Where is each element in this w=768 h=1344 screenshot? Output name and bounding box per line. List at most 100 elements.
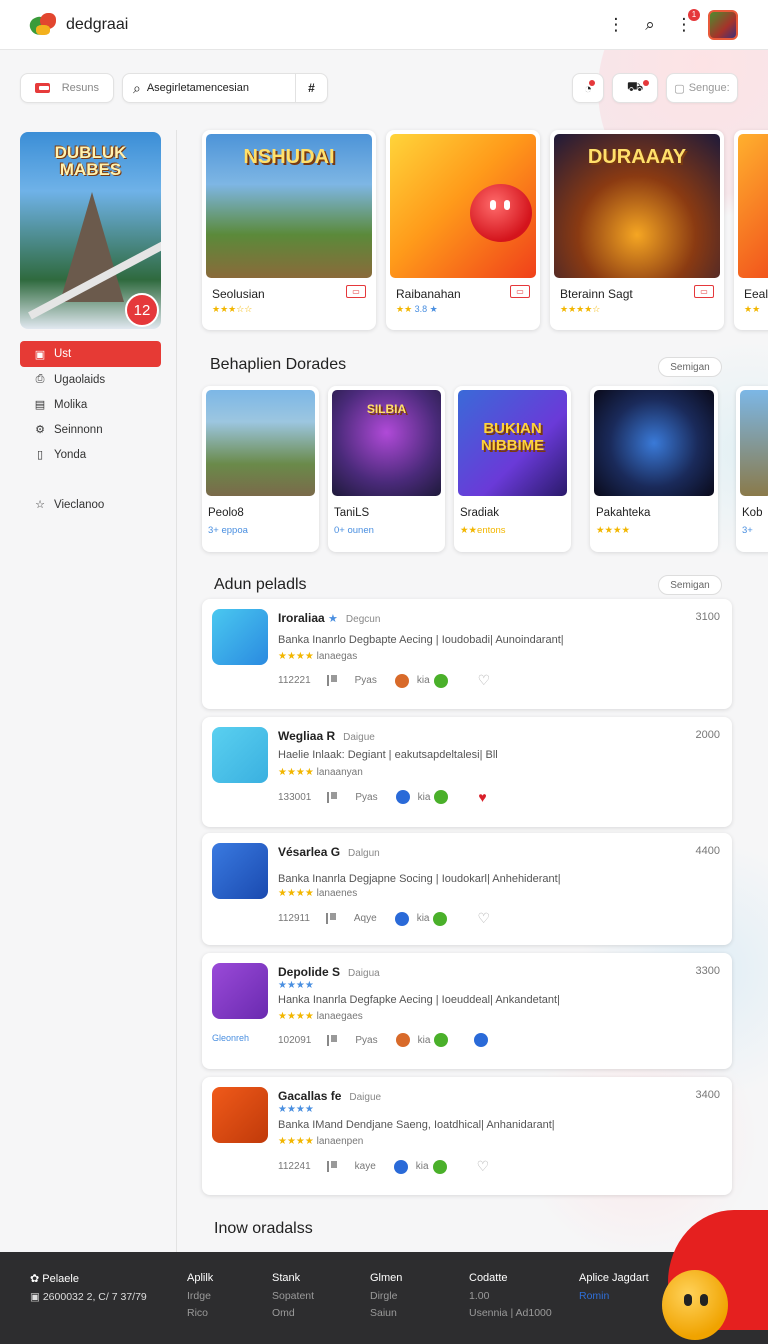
featured-card[interactable]: NSHUDAI Seolusian ▭ ★★★☆☆ <box>202 130 376 330</box>
more-vertical-icon[interactable]: ⋮ <box>606 15 626 35</box>
featured-game-banner[interactable]: DUBLUK MABES 12 <box>20 132 161 329</box>
gift-button[interactable]: ⛟ <box>612 73 658 103</box>
footer-link[interactable]: Romin <box>579 1290 649 1302</box>
calendar-icon: ▣ <box>30 1291 40 1303</box>
list-item-top-stars: ★★★★ <box>278 980 314 991</box>
heart-icon[interactable]: ♡ <box>477 910 490 927</box>
sign-in-button[interactable]: ▢ Sengue: <box>666 73 738 103</box>
sign-in-icon: ▢ <box>674 82 685 95</box>
cart-button[interactable]: ◔ <box>572 73 604 103</box>
game-icon <box>212 1087 268 1143</box>
list-item-description: Haelie Inlaak: Degiant | eakutsapdeltale… <box>278 749 498 761</box>
footer-link[interactable]: Irdge <box>187 1290 213 1302</box>
avatar[interactable] <box>708 9 738 40</box>
list-item-count: 2000 <box>695 729 720 741</box>
sidebar-item-molika[interactable]: ▤ Molika <box>20 392 161 417</box>
sidebar-item-vieclanoo[interactable]: ☆ Vieclanoo <box>20 492 161 517</box>
card-tag-icon: ▭ <box>510 285 530 298</box>
footer-line: ▣ 2600032 2, C/ 7 37/79 <box>30 1291 147 1303</box>
game-icon <box>212 963 268 1019</box>
gear-icon: ⚙ <box>35 424 45 436</box>
game-card[interactable]: SILBIA TaniLS 0+ ounen <box>328 386 445 552</box>
globe-icon <box>395 790 410 804</box>
footer: ✿ Pelaele ▣ 2600032 2, C/ 7 37/79 Aplilk… <box>0 1252 768 1344</box>
notification-icon[interactable]: ⋮ 1 <box>674 8 700 35</box>
sidebar-item-ust[interactable]: ▣ Ust <box>20 341 161 367</box>
resource-icon <box>35 83 50 93</box>
footer-link[interactable]: Saiun <box>370 1307 402 1319</box>
heart-icon[interactable]: ♥ <box>478 789 486 805</box>
list-item[interactable]: Gacallas fe Daigue ★★★★ 3400 Banka IMand … <box>202 1077 732 1195</box>
toolbar: Resuns ⌕ Asegirletamencesian # ◔ ⛟ ▢ Sen… <box>20 72 738 104</box>
fox-icon <box>394 673 409 688</box>
globe-icon <box>393 1159 408 1174</box>
flag-icon <box>326 675 337 686</box>
footer-link[interactable]: Sopatent <box>272 1290 314 1302</box>
list-item[interactable]: Vésarlea G Dalgun 4400 Banka Inanrla Degj… <box>202 833 732 945</box>
hash-button[interactable]: # <box>295 74 327 102</box>
list-item[interactable]: Iroraliaa ★ Degcun 3100 Banka Inanrlo Deg… <box>202 599 732 709</box>
sidebar-item-yonda[interactable]: ▯ Yonda <box>20 442 161 467</box>
list-item-description: Hanka Inanrla Degfapke Aecing | Ioeuddea… <box>278 994 560 1006</box>
game-mascot-icon <box>470 184 532 242</box>
featured-card[interactable]: Raibanahan ▭ ★★ 3.8 ★ <box>386 130 540 330</box>
list-item[interactable]: Wegliaa R Daigue 2000 Haelie Inlaak: Degi… <box>202 717 732 827</box>
footer-col-3: Stank Sopatent Omd <box>272 1272 314 1324</box>
featured-card[interactable]: Eeal ★★ <box>734 130 768 330</box>
see-more-button[interactable]: Semigan <box>658 575 722 595</box>
footer-link[interactable]: Rico <box>187 1307 213 1319</box>
card-title: Peolo8 <box>208 507 244 519</box>
card-title: Sradiak <box>460 507 499 519</box>
footer-col-6: Aplice Jagdart Romin <box>579 1272 649 1307</box>
sidebar-item-seinnonn[interactable]: ⚙ Seinnonn <box>20 417 161 442</box>
card-subtitle: 3+ eppoa <box>208 525 248 536</box>
heart-icon[interactable]: ♡ <box>477 1158 490 1175</box>
card-title: Kob <box>742 507 763 519</box>
sidebar-item-label: Molika <box>54 398 88 411</box>
card-title: Seolusian <box>212 287 265 301</box>
list-item-count: 4400 <box>695 845 720 857</box>
list-item[interactable]: Depolide S Daigua ★★★★ 3300 Hanka Inanrla… <box>202 953 732 1069</box>
game-icon <box>212 727 268 783</box>
logo-icon[interactable] <box>27 11 58 39</box>
list-item-extra: Gleonreh <box>212 1033 250 1043</box>
game-card[interactable]: Peolo8 3+ eppoa <box>202 386 319 552</box>
list-item-description: Banka IMand Dendjane Saeng, Ioatdhical| … <box>278 1119 555 1131</box>
flag-icon <box>327 791 338 803</box>
featured-card[interactable]: DURAAAY Bterainn Sagt ▭ ★★★★☆ <box>550 130 724 330</box>
footer-link[interactable]: Dirgle <box>370 1290 402 1302</box>
see-more-button[interactable]: Semigan <box>658 357 722 377</box>
game-card[interactable]: Kob 3+ <box>736 386 768 552</box>
search-value: Asegirletamencesian <box>146 82 249 94</box>
globe-icon[interactable] <box>474 1033 489 1047</box>
list-item-meta: 112221 Pyas kia ♡ <box>278 672 491 689</box>
footer-col-5: Codatte 1.00 Usennia | Ad1000 <box>469 1272 552 1324</box>
section-title: Adun peladls <box>214 576 307 593</box>
list-item-rating: ★★★★ lanaanyan <box>278 767 363 778</box>
card-subtitle: ★★★★ <box>596 525 631 536</box>
flag-icon <box>325 913 336 924</box>
brand-name[interactable]: dedgraai <box>66 16 128 34</box>
footer-link[interactable]: Omd <box>272 1307 314 1319</box>
sidebar-item-ugaolaids[interactable]: ⎙ Ugaolaids <box>20 367 161 392</box>
search-input[interactable]: ⌕ Asegirletamencesian # <box>122 73 328 103</box>
footer-link[interactable]: Usennia | Ad1000 <box>469 1307 552 1319</box>
footer-link[interactable]: 1.00 <box>469 1290 552 1302</box>
list-item-title: Gacallas fe Daigue <box>278 1089 382 1103</box>
card-subtitle: ★★entons <box>460 525 506 536</box>
document-icon: ▯ <box>36 449 44 461</box>
banner-badge: 12 <box>125 293 159 327</box>
fox-icon <box>395 1033 410 1047</box>
resources-button[interactable]: Resuns <box>20 73 114 103</box>
game-card[interactable]: Pakahteka ★★★★ <box>590 386 718 552</box>
star-icon: ☆ <box>35 499 45 511</box>
sidebar: DUBLUK MABES 12 ▣ Ust ⎙ Ugaolaids ▤ Molika ⚙… <box>0 130 177 1252</box>
sidebar-item-label: Ust <box>54 348 72 360</box>
list-item-meta: 102091 Pyas kia <box>278 1033 489 1047</box>
heart-icon[interactable]: ♡ <box>478 672 491 689</box>
game-card[interactable]: BUKIAN NIBBIME Sradiak ★★entons <box>454 386 571 552</box>
card-art-title: BUKIAN NIBBIME <box>480 420 545 454</box>
card-title: Raibanahan <box>396 287 461 301</box>
search-icon[interactable]: ⌕ <box>640 15 660 35</box>
list-item-count: 3100 <box>695 611 720 623</box>
